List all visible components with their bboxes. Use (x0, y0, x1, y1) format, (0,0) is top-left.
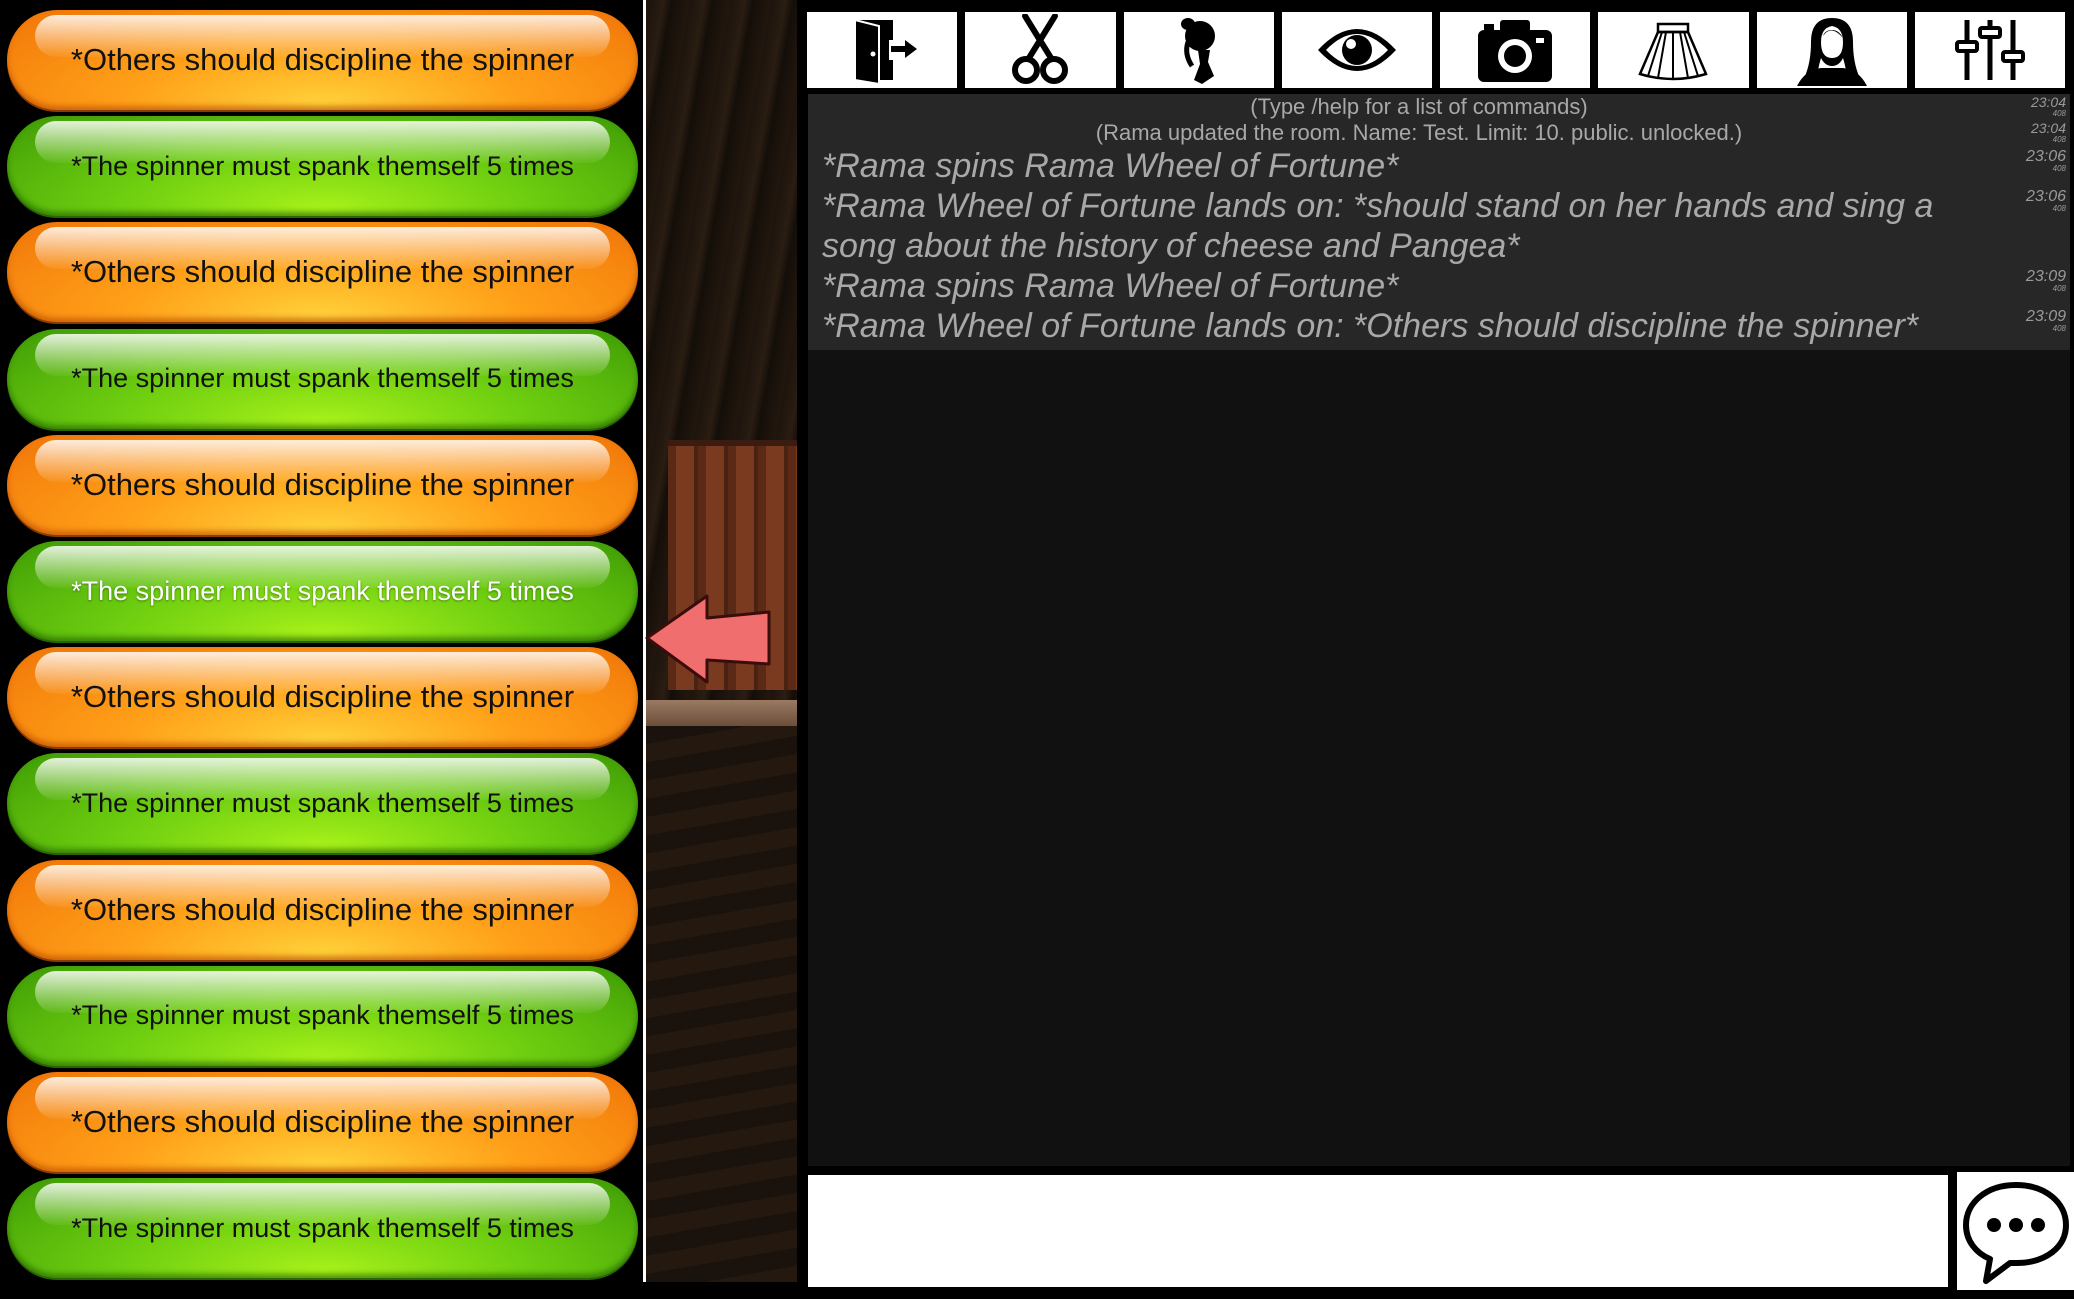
wheel-segment-label: *Others should discipline the spinner (70, 891, 575, 927)
wheel-segment-label: *The spinner must spank themself 5 times (71, 787, 574, 818)
hairstyle-button[interactable] (1123, 12, 1274, 88)
clothing-button[interactable] (1598, 12, 1749, 88)
camera-icon (1478, 20, 1553, 82)
wheel-segment-label: *Others should discipline the spinner (70, 1104, 575, 1139)
message-text: (Type /help for a list of commands) (1250, 94, 1588, 119)
timestamp-time: 23:06 (2025, 188, 2066, 205)
wheel-segment-label: *The spinner must spank themself 5 times (71, 575, 574, 606)
eye-icon (1317, 29, 1396, 71)
wheel-segment[interactable]: *Others should discipline the spinner (7, 222, 638, 323)
wheel-segment[interactable]: *Others should discipline the spinner (7, 647, 638, 748)
wheel-segment[interactable]: *Others should discipline the spinner (7, 859, 638, 960)
timestamp-sub: 408 (2052, 324, 2066, 333)
wheel-segment[interactable]: *The spinner must spank themself 5 times (7, 116, 638, 217)
wheel-segment-label: *The spinner must spank themself 5 times (71, 363, 574, 394)
hair-silhouette-icon (1180, 18, 1215, 84)
exit-door-icon (854, 18, 918, 86)
send-button[interactable] (1957, 1172, 2074, 1290)
wheel-segment-selected[interactable]: *The spinner must spank themself 5 times (7, 541, 638, 641)
message-list: (Type /help for a list of commands) 23:04… (808, 94, 2070, 350)
timestamp-time: 23:04 (2030, 120, 2066, 136)
timestamp-time: 23:09 (2025, 268, 2066, 285)
toolbar (807, 12, 2065, 88)
message-text: (Rama updated the room. Name: Test. Limi… (1095, 120, 1743, 145)
message-timestamp: 23:04 408 (2031, 121, 2066, 144)
scene-beam (645, 700, 797, 726)
action-message: *Rama spins Rama Wheel of Fortune* 23:09 4… (808, 266, 2070, 306)
chat-input[interactable] (808, 1175, 1948, 1287)
action-message: *Rama spins Rama Wheel of Fortune* 23:06 4… (808, 146, 2070, 186)
message-text: *Rama spins Rama Wheel of Fortune* (822, 267, 1399, 305)
message-text: *Rama Wheel of Fortune lands on: *Others… (822, 307, 1919, 345)
timestamp-time: 23:04 (2030, 94, 2066, 110)
timestamp-sub: 408 (2052, 204, 2066, 213)
view-button[interactable] (1281, 12, 1432, 88)
wheel-segment[interactable]: *Others should discipline the spinner (7, 1072, 638, 1172)
chat-log[interactable]: (Type /help for a list of commands) 23:04… (808, 94, 2070, 1166)
wheel-segment-label: *The spinner must spank themself 5 times (71, 150, 574, 181)
wheel-segment-label: *The spinner must spank themself 5 times (71, 1212, 574, 1243)
haircut-button[interactable] (965, 12, 1116, 88)
system-message: (Rama updated the room. Name: Test. Limi… (808, 120, 2070, 146)
character-button[interactable] (1756, 12, 1907, 88)
speech-bubble-icon (1962, 1182, 2069, 1284)
wheel-segment-label: *The spinner must spank themself 5 times (71, 1000, 574, 1031)
wheel-segment[interactable]: *Others should discipline the spinner (7, 10, 638, 110)
exit-button[interactable] (807, 12, 958, 88)
wheel-segment-label: *Others should discipline the spinner (70, 679, 575, 715)
action-message: *Rama Wheel of Fortune lands on: *Others… (808, 306, 2070, 346)
wheel-segment[interactable]: *The spinner must spank themself 5 times (7, 965, 638, 1066)
red-arrow-pointer-icon (645, 594, 771, 684)
message-timestamp: 23:06 408 (2025, 148, 2066, 174)
wheel-segment[interactable]: *The spinner must spank themself 5 times (7, 753, 638, 854)
screenshot-button[interactable] (1440, 12, 1591, 88)
wheel-segment[interactable]: *The spinner must spank themself 5 times (7, 328, 638, 429)
chat-panel: (Type /help for a list of commands) 23:04… (797, 0, 2074, 1299)
wheel-segment-label: *Others should discipline the spinner (70, 254, 575, 290)
wheel-segment-list: *Others should discipline the spinner *Th… (0, 0, 646, 1282)
message-timestamp: 23:06 408 (2025, 188, 2066, 214)
timestamp-sub: 408 (2052, 284, 2066, 293)
action-message: *Rama Wheel of Fortune lands on: *should… (808, 186, 2070, 266)
timestamp-time: 23:09 (2025, 308, 2066, 325)
system-message: (Type /help for a list of commands) 23:04… (808, 94, 2070, 120)
scissors-icon (1012, 14, 1069, 84)
timestamp-sub: 408 (2052, 164, 2066, 173)
timestamp-sub: 408 (2052, 109, 2066, 118)
message-timestamp: 23:09 408 (2025, 308, 2066, 334)
character-silhouette-icon (1796, 18, 1867, 86)
skirt-icon (1638, 22, 1709, 81)
message-timestamp: 23:04 408 (2031, 95, 2066, 118)
sliders-icon (1954, 20, 2025, 80)
message-text: *Rama Wheel of Fortune lands on: *should… (822, 187, 1934, 265)
settings-button[interactable] (1914, 12, 2065, 88)
message-text: *Rama spins Rama Wheel of Fortune* (822, 147, 1399, 185)
wheel-segment[interactable]: *The spinner must spank themself 5 times (7, 1178, 638, 1279)
scene-floor (645, 726, 797, 1282)
wheel-segment-label: *Others should discipline the spinner (70, 42, 575, 77)
timestamp-time: 23:06 (2025, 148, 2066, 165)
wheel-segment-label: *Others should discipline the spinner (70, 466, 575, 502)
wheel-segment[interactable]: *Others should discipline the spinner (7, 434, 638, 535)
timestamp-sub: 408 (2052, 135, 2066, 144)
message-timestamp: 23:09 408 (2025, 268, 2066, 294)
